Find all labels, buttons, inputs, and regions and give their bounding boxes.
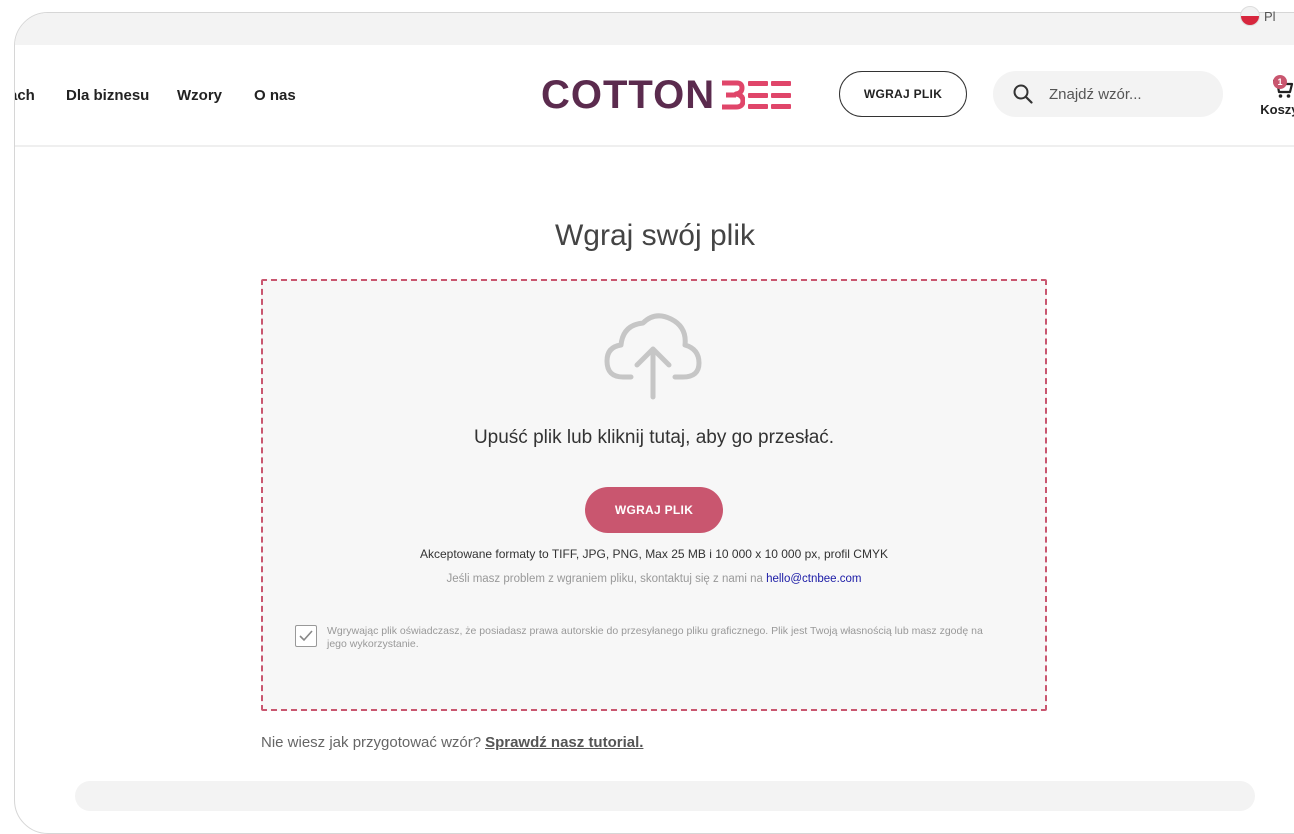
site-header: ach Dla biznesu Wzory O nas COTTON WGRAJ… (15, 45, 1294, 147)
contact-text: Jeśli masz problem z wgraniem pliku, sko… (263, 573, 1045, 585)
search-input[interactable] (1047, 84, 1211, 104)
file-dropzone[interactable]: Upuść plik lub kliknij tutaj, aby go prz… (261, 279, 1047, 711)
tutorial-link[interactable]: Sprawdź nasz tutorial. (485, 734, 643, 751)
cart-label: Koszyk (1260, 102, 1294, 117)
cart-count-badge: 1 (1273, 75, 1287, 89)
nav-item-o-nas[interactable]: O nas (254, 87, 296, 104)
logo-b-glyph (722, 80, 746, 110)
dropzone-instruction: Upuść plik lub kliknij tutaj, aby go prz… (473, 427, 835, 448)
header-upload-button[interactable]: WGRAJ PLIK (839, 71, 967, 117)
accepted-formats-text: Akceptowane formaty to TIFF, JPG, PNG, M… (420, 547, 888, 561)
cart[interactable]: 1 Koszyk (1253, 75, 1294, 117)
consent-text: Wgrywając plik oświadczasz, że posiadasz… (327, 625, 983, 650)
checkmark-icon (299, 630, 313, 642)
nav-item-wzory[interactable]: Wzory (177, 87, 222, 104)
logo-e-glyph (748, 81, 769, 109)
tutorial-prefix: Nie wiesz jak przygotować wzór? (261, 734, 482, 751)
upload-file-button[interactable]: WGRAJ PLIK (585, 487, 723, 533)
nav-item-partial[interactable]: ach (15, 87, 35, 104)
logo-bee-mark (719, 80, 792, 110)
language-selector[interactable]: Pl (1240, 0, 1276, 32)
language-label: Pl (1264, 8, 1276, 24)
consent-checkbox[interactable] (295, 625, 317, 647)
browser-frame: ach Dla biznesu Wzory O nas COTTON WGRAJ… (14, 12, 1294, 834)
poland-flag-icon (1240, 6, 1260, 26)
search-box[interactable] (993, 71, 1223, 117)
copyright-consent: Wgrywając plik oświadczasz, że posiadasz… (295, 625, 995, 651)
contact-email-link[interactable]: hello@ctnbee.com (766, 573, 861, 585)
tutorial-note: Nie wiesz jak przygotować wzór? Sprawdź n… (261, 734, 643, 751)
nav-item-dla-biznesu[interactable]: Dla biznesu (66, 87, 149, 104)
cottonbee-logo[interactable]: COTTON (541, 67, 792, 123)
search-icon (1013, 84, 1033, 104)
contact-prefix: Jeśli masz problem z wgraniem pliku, sko… (446, 573, 767, 585)
logo-text: COTTON (541, 72, 716, 117)
logo-e-glyph (771, 81, 792, 109)
cloud-upload-icon (604, 313, 702, 400)
page-title: Wgraj swój plik (554, 219, 756, 252)
bottom-section-edge (75, 781, 1255, 811)
top-bar (15, 13, 1294, 45)
